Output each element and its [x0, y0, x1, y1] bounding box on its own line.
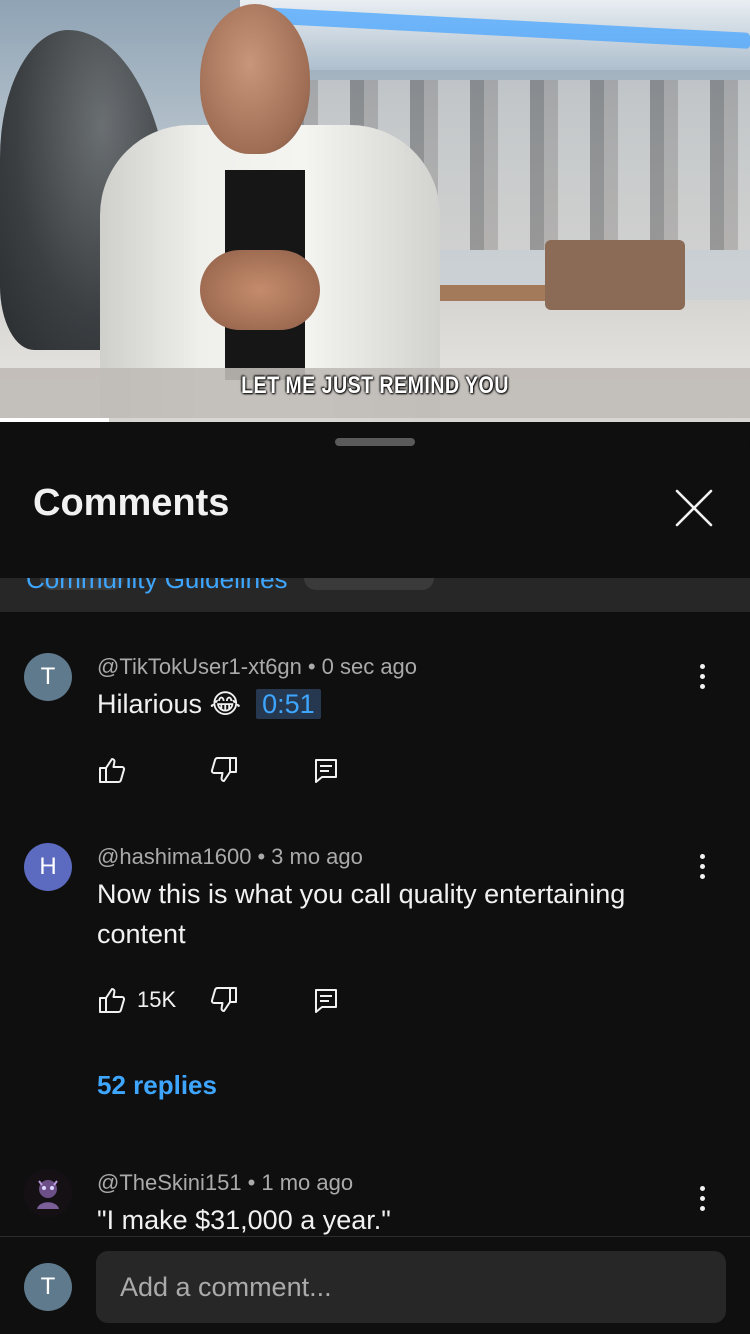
like-button[interactable]	[97, 754, 137, 786]
comment-composer: T	[0, 1236, 750, 1334]
comment-time: 0 sec ago	[321, 654, 418, 679]
separator-dot: •	[257, 844, 266, 869]
thumbs-down-icon	[210, 987, 237, 1012]
reply-button[interactable]	[311, 754, 341, 786]
more-options-button[interactable]	[688, 656, 716, 696]
video-caption: LET ME JUST REMIND YOU	[241, 372, 509, 399]
comment-meta: @hashima1600 • 3 mo ago	[97, 844, 363, 870]
close-button[interactable]	[668, 482, 720, 534]
avatar-letter: H	[39, 853, 57, 880]
comment-author[interactable]: @TheSkini151	[97, 1170, 242, 1195]
reply-icon	[315, 759, 337, 783]
separator-dot: •	[307, 654, 316, 679]
avatar[interactable]	[24, 1169, 72, 1217]
community-guidelines-banner: Community Guidelines	[0, 578, 750, 612]
comments-sheet: Comments Community Guidelines T @TikTokU…	[0, 422, 750, 1334]
current-user-avatar[interactable]: T	[24, 1263, 72, 1311]
dislike-button[interactable]	[209, 984, 239, 1016]
video-frame-chair	[545, 240, 685, 310]
view-replies-button[interactable]: 52 replies	[97, 1070, 217, 1101]
avatar-image-icon	[24, 1169, 72, 1217]
kebab-dot	[699, 853, 705, 859]
avatar[interactable]: T	[24, 653, 72, 701]
more-options-button[interactable]	[688, 1178, 716, 1218]
comment-time: 1 mo ago	[261, 1170, 354, 1195]
timestamp-link[interactable]: 0:51	[256, 689, 321, 719]
like-count: 15K	[137, 987, 177, 1012]
like-button[interactable]: 15K	[97, 984, 176, 1016]
drag-handle[interactable]	[335, 438, 415, 446]
comment-text: Hilarious 😂 0:51	[97, 684, 697, 724]
comment-author[interactable]: @TikTokUser1-xt6gn	[97, 654, 302, 679]
thumbs-up-icon	[99, 988, 126, 1013]
reply-button[interactable]	[311, 984, 341, 1016]
separator-dot: •	[247, 1170, 256, 1195]
thumbs-down-icon	[210, 757, 237, 782]
comment-author[interactable]: @hashima1600	[97, 844, 251, 869]
comment-meta: @TikTokUser1-xt6gn • 0 sec ago	[97, 654, 417, 680]
more-options-button[interactable]	[688, 846, 716, 886]
kebab-dot	[699, 1185, 705, 1191]
comment-text: Now this is what you call quality entert…	[97, 879, 626, 949]
comment-time: 3 mo ago	[271, 844, 363, 869]
thumbs-up-icon	[99, 758, 126, 783]
guidelines-link[interactable]: Community Guidelines	[26, 578, 288, 595]
comment-actions	[97, 754, 337, 786]
kebab-dot	[699, 863, 705, 869]
comment-body: Hilarious 😂	[97, 689, 242, 719]
chip	[304, 578, 434, 590]
add-comment-input[interactable]	[96, 1251, 726, 1323]
kebab-dot	[699, 1195, 705, 1201]
comment-meta: @TheSkini151 • 1 mo ago	[97, 1170, 353, 1196]
avatar-letter: T	[40, 663, 56, 690]
kebab-dot	[699, 663, 705, 669]
kebab-dot	[699, 1205, 705, 1211]
reply-icon	[315, 989, 337, 1013]
video-frame-person	[40, 0, 440, 422]
kebab-dot	[699, 873, 705, 879]
video-player[interactable]: LET ME JUST REMIND YOU	[0, 0, 750, 422]
comment-actions: 15K	[97, 984, 397, 1016]
comment-text: "I make $31,000 a year."	[97, 1205, 391, 1235]
avatar[interactable]: H	[24, 843, 72, 891]
dislike-button[interactable]	[209, 754, 239, 786]
kebab-dot	[699, 673, 705, 679]
sheet-title: Comments	[33, 482, 230, 524]
close-icon	[675, 489, 713, 527]
kebab-dot	[699, 683, 705, 689]
avatar-letter: T	[40, 1273, 56, 1300]
